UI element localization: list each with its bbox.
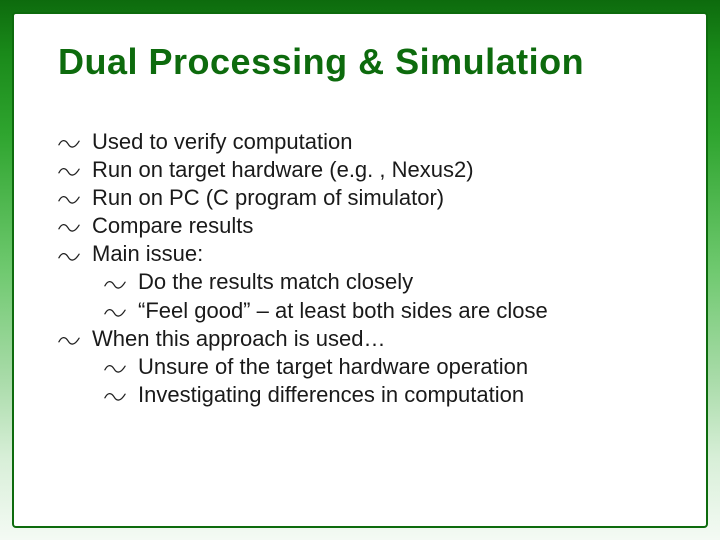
bullet-icon <box>58 241 92 268</box>
bullet-icon <box>58 185 92 212</box>
slide-title: Dual Processing & Simulation <box>58 42 666 82</box>
list-item-text: Unsure of the target hardware operation <box>138 353 666 381</box>
list-item: Used to verify computation <box>58 128 666 156</box>
list-item-text: “Feel good” – at least both sides are cl… <box>138 297 666 325</box>
list-item: Do the results match closely <box>58 268 666 296</box>
list-item-text: When this approach is used… <box>92 325 666 353</box>
list-item-text: Run on PC (C program of simulator) <box>92 184 666 212</box>
list-item: Investigating differences in computation <box>58 381 666 409</box>
slide-body: Used to verify computation Run on target… <box>58 128 666 410</box>
bullet-icon <box>104 354 138 381</box>
bullet-icon <box>104 298 138 325</box>
bullet-icon <box>58 326 92 353</box>
bullet-icon <box>104 382 138 409</box>
list-item-text: Used to verify computation <box>92 128 666 156</box>
list-item: Compare results <box>58 212 666 240</box>
list-item-text: Run on target hardware (e.g. , Nexus2) <box>92 156 666 184</box>
list-item-text: Do the results match closely <box>138 268 666 296</box>
bullet-icon <box>58 157 92 184</box>
list-item: Run on target hardware (e.g. , Nexus2) <box>58 156 666 184</box>
list-item-text: Main issue: <box>92 240 666 268</box>
list-item-text: Compare results <box>92 212 666 240</box>
bullet-icon <box>58 213 92 240</box>
list-item: When this approach is used… <box>58 325 666 353</box>
list-item: “Feel good” – at least both sides are cl… <box>58 297 666 325</box>
bullet-icon <box>104 269 138 296</box>
slide-frame: Dual Processing & Simulation Used to ver… <box>0 0 720 540</box>
slide-card: Dual Processing & Simulation Used to ver… <box>12 12 708 528</box>
bullet-icon <box>58 129 92 156</box>
list-item: Run on PC (C program of simulator) <box>58 184 666 212</box>
list-item-text: Investigating differences in computation <box>138 381 666 409</box>
list-item: Main issue: <box>58 240 666 268</box>
list-item: Unsure of the target hardware operation <box>58 353 666 381</box>
